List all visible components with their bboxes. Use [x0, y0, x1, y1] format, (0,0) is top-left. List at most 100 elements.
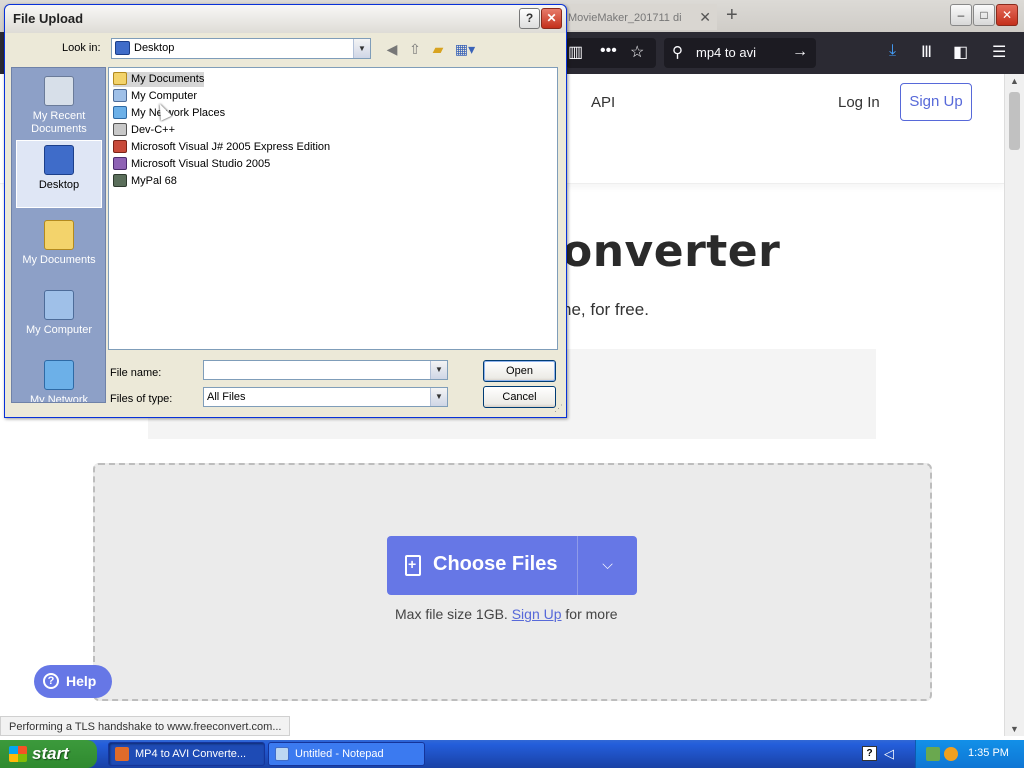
up-folder-icon[interactable]: ⇧ [406, 41, 424, 59]
my-computer-icon [44, 290, 74, 320]
place-label: My Network [29, 394, 89, 403]
look-in-label: Look in: [62, 42, 101, 54]
more-icon[interactable]: ••• [600, 42, 617, 60]
scroll-up-icon[interactable]: ▲ [1010, 76, 1019, 86]
windows-logo-icon [9, 746, 27, 762]
network-tray-icon[interactable] [926, 747, 940, 761]
files-of-type-value: All Files [207, 391, 246, 403]
max-size-suffix: for more [565, 606, 618, 622]
download-icon[interactable]: ⤓ [889, 42, 896, 60]
look-in-select[interactable]: Desktop ▼ [111, 38, 371, 59]
search-icon: ⚲ [672, 44, 683, 61]
nav-signup-button[interactable]: Sign Up [900, 83, 972, 121]
file-item-label: My Computer [131, 90, 198, 102]
browser-status-bar: Performing a TLS handshake to www.freeco… [0, 716, 291, 736]
tab-close-icon[interactable]: ✕ [699, 9, 711, 26]
list-item[interactable]: MyPal 68 [113, 174, 177, 189]
mypal-icon [113, 174, 127, 187]
help-label: Help [66, 673, 97, 689]
network-icon [113, 106, 127, 119]
place-my-network[interactable]: My Network [16, 360, 102, 403]
file-name-field[interactable]: ▼ [203, 360, 448, 380]
choose-files-main[interactable]: Choose Files [387, 536, 577, 595]
new-folder-icon[interactable]: ▰ [429, 41, 447, 59]
file-upload-dialog: File Upload ? ✕ Look in: Desktop ▼ ◀ ⇧ ▰… [4, 4, 567, 418]
chevron-down-icon[interactable]: ▼ [430, 361, 447, 379]
folder-icon [113, 72, 127, 85]
browser-tab-label: MovieMaker_201711 di [568, 12, 682, 24]
scrollbar-thumb[interactable] [1009, 92, 1020, 150]
file-item-label: My Documents [131, 73, 205, 85]
list-item[interactable]: Microsoft Visual J# 2005 Express Edition [113, 140, 330, 155]
scroll-down-icon[interactable]: ▼ [1010, 724, 1019, 734]
places-bar: My Recent Documents Desktop My Documents… [11, 67, 106, 403]
minimize-icon[interactable]: – [950, 4, 972, 26]
place-label: My Recent Documents [31, 110, 87, 135]
search-box[interactable]: ⚲ mp4 to avi → [664, 38, 816, 68]
chevron-down-icon[interactable]: ⌵ [578, 536, 637, 595]
shortcut-icon [113, 123, 127, 136]
start-button[interactable]: start [0, 740, 97, 768]
file-list[interactable]: My Documents My Computer My Network Plac… [108, 67, 558, 350]
browser-tab[interactable]: MovieMaker_201711 di ✕ [562, 4, 717, 30]
dialog-title: File Upload [13, 11, 84, 26]
place-my-computer[interactable]: My Computer [16, 290, 102, 337]
task-notepad[interactable]: Untitled - Notepad [268, 742, 425, 766]
file-item-label: MyPal 68 [131, 175, 177, 187]
list-item[interactable]: Dev-C++ [113, 123, 175, 138]
choose-files-button[interactable]: Choose Files ⌵ [387, 536, 637, 595]
nav-api-link[interactable]: API [591, 94, 615, 111]
dialog-titlebar[interactable]: File Upload [5, 5, 566, 33]
hero-title: onverter [562, 226, 781, 277]
view-menu-icon[interactable]: ▦▾ [453, 41, 477, 59]
library-icon[interactable]: Ⅲ [921, 42, 932, 62]
look-in-value: Desktop [134, 42, 175, 54]
max-size-signup-link[interactable]: Sign Up [512, 606, 562, 622]
resize-grip-icon[interactable]: ⋰ [554, 403, 563, 414]
task-browser[interactable]: MP4 to AVI Converte... [108, 742, 265, 766]
place-label: My Computer [25, 324, 93, 336]
files-of-type-select[interactable]: All Files ▼ [203, 387, 448, 407]
visual-studio-icon [113, 157, 127, 170]
start-label: start [32, 744, 69, 763]
chevron-down-icon[interactable]: ▼ [430, 388, 447, 406]
maximize-icon[interactable]: □ [973, 4, 995, 26]
menu-icon[interactable]: ☰ [992, 42, 1006, 62]
search-go-icon[interactable]: → [792, 43, 808, 61]
my-documents-icon [44, 220, 74, 250]
nav-login-link[interactable]: Log In [838, 94, 880, 111]
page-scrollbar[interactable]: ▲ ▼ [1004, 74, 1024, 736]
chevron-down-icon[interactable]: ▼ [353, 39, 370, 58]
search-tray-icon[interactable] [944, 747, 958, 761]
sidebar-icon[interactable]: ◧ [953, 42, 968, 62]
new-tab-icon[interactable]: + [726, 4, 738, 27]
bookmark-star-icon[interactable]: ☆ [630, 42, 644, 62]
help-question-icon[interactable]: ? [519, 8, 540, 29]
file-item-label: Dev-C++ [131, 124, 176, 136]
file-item-label: Microsoft Visual Studio 2005 [131, 158, 271, 170]
computer-icon [113, 89, 127, 102]
cancel-button[interactable]: Cancel [483, 386, 556, 408]
volume-icon[interactable]: ◁ [884, 746, 894, 762]
desktop-icon [115, 41, 130, 55]
hero-subtitle: ne, for free. [562, 300, 649, 319]
place-my-documents[interactable]: My Documents [16, 220, 102, 267]
open-button[interactable]: Open [483, 360, 556, 382]
max-file-size-note: Max file size 1GB. Sign Up for more [395, 606, 618, 622]
search-query: mp4 to avi [696, 45, 756, 60]
list-item[interactable]: My Documents [113, 72, 205, 87]
place-desktop[interactable]: Desktop [16, 140, 102, 208]
file-item-label: Microsoft Visual J# 2005 Express Edition [131, 141, 331, 153]
help-button[interactable]: ? Help [34, 665, 112, 698]
place-my-recent-documents[interactable]: My Recent Documents [16, 76, 102, 136]
help-tray-icon[interactable]: ? [862, 746, 877, 761]
place-label: My Documents [22, 254, 96, 266]
list-item[interactable]: My Computer [113, 89, 197, 104]
browser-close-icon[interactable]: ✕ [996, 4, 1018, 26]
list-item[interactable]: Microsoft Visual Studio 2005 [113, 157, 270, 172]
back-icon[interactable]: ◀ [383, 41, 401, 59]
task-label: MP4 to AVI Converte... [135, 748, 247, 760]
dialog-close-icon[interactable]: ✕ [541, 8, 562, 29]
taskbar: start MP4 to AVI Converte... Untitled - … [0, 740, 1024, 768]
reader-icon[interactable]: ▥ [568, 42, 583, 62]
